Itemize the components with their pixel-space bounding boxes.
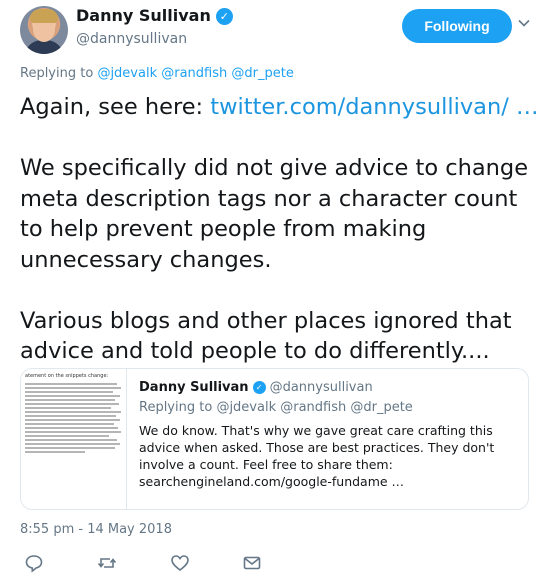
quoted-replying-label: Replying to [139, 400, 213, 415]
verified-icon: ✓ [215, 7, 233, 25]
chevron-down-icon[interactable] [517, 16, 531, 30]
following-button[interactable]: Following [402, 9, 512, 43]
quoted-replying-mentions: @jdevalk @randfish @dr_pete [216, 400, 413, 415]
like-icon[interactable] [170, 553, 190, 573]
tweet-timestamp[interactable]: 8:55 pm - 14 May 2018 [20, 522, 172, 537]
tweet-text: Again, see here: twitter.com/dannysulliv… [20, 92, 540, 367]
quoted-tweet-card[interactable]: atement on the snippets change: Danny Su… [20, 368, 529, 510]
reply-icon[interactable] [24, 553, 44, 573]
mention-link[interactable]: @jdevalk [97, 66, 157, 81]
quoted-author-row: Danny Sullivan ✓ @dannysullivan [139, 380, 521, 395]
retweet-icon[interactable] [97, 553, 117, 573]
quoted-tweet-text: We do know. That's why we gave great car… [139, 423, 495, 489]
author-handle[interactable]: @dannysullivan [76, 30, 233, 48]
quoted-author-handle: @dannysullivan [269, 380, 373, 395]
author-display-name[interactable]: Danny Sullivan [76, 6, 211, 26]
tweet-paragraph: We specifically did not give advice to c… [20, 155, 529, 273]
author-info: Danny Sullivan ✓ @dannysullivan [76, 6, 233, 48]
quoted-replying-to: Replying to @jdevalk @randfish @dr_pete [139, 400, 521, 415]
avatar[interactable] [20, 6, 68, 54]
replying-to-label: Replying to [20, 66, 94, 81]
author-name-row[interactable]: Danny Sullivan ✓ [76, 6, 233, 26]
thumbnail-title: atement on the snippets change: [25, 373, 109, 379]
tweet-header: Danny Sullivan ✓ @dannysullivan Followin… [20, 6, 540, 54]
quoted-tweet-image[interactable]: atement on the snippets change: [21, 369, 127, 509]
tweet-link[interactable]: twitter.com/dannysullivan/ … [210, 94, 538, 120]
verified-icon: ✓ [252, 381, 266, 394]
mention-link[interactable]: @randfish [161, 66, 227, 81]
mention-link[interactable]: @dr_pete [231, 66, 293, 81]
tweet-line-1: Again, see here: twitter.com/dannysulliv… [20, 92, 540, 123]
message-icon[interactable] [242, 553, 262, 573]
tweet-paragraph: Various blogs and other places ignored t… [20, 307, 512, 365]
replying-to: Replying to @jdevalk @randfish @dr_pete [20, 66, 294, 81]
quoted-tweet-body: Danny Sullivan ✓ @dannysullivan Replying… [139, 380, 521, 490]
tweet-text-segment: Again, see here: [20, 94, 211, 120]
quoted-author-name: Danny Sullivan [139, 380, 249, 395]
